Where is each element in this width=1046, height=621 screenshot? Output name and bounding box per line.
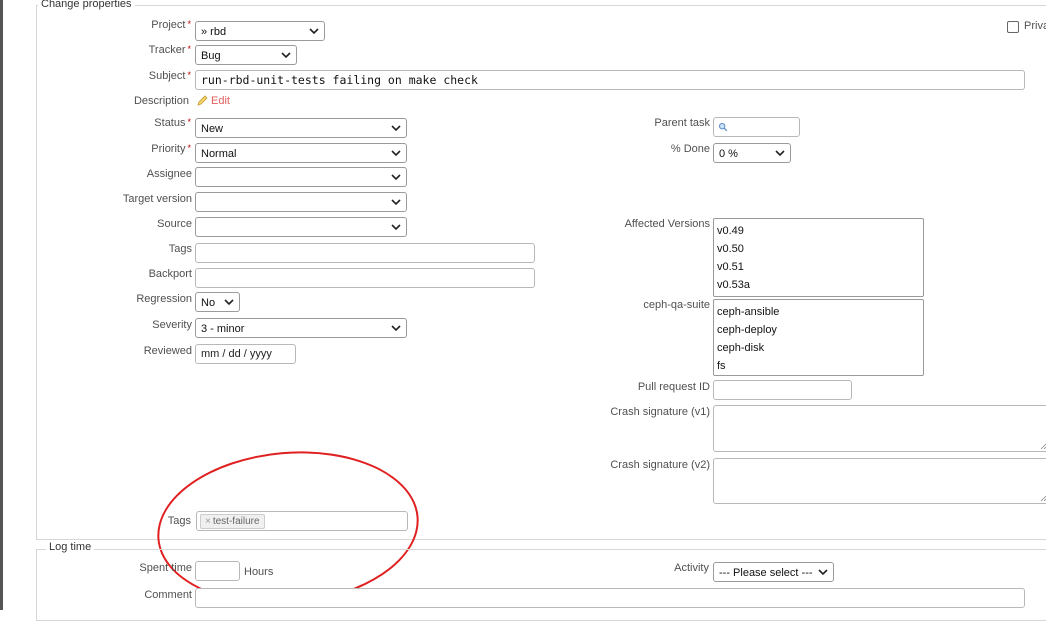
ceph-qa-suite-label: ceph-qa-suite [643, 299, 710, 311]
spent-time-input[interactable] [195, 561, 240, 581]
tags-text-label: Tags [168, 243, 192, 255]
target-version-label: Target version [122, 193, 192, 205]
pencil-icon[interactable] [196, 95, 208, 107]
tracker-label: Tracker * [148, 44, 191, 56]
regression-label: Regression [136, 293, 192, 305]
chevron-down-icon [391, 125, 401, 132]
status-select[interactable]: New [195, 118, 407, 138]
change-properties-legend: Change properties [38, 0, 135, 10]
crash-signature-v1-textarea[interactable] [713, 405, 1046, 452]
description-label: Description [133, 95, 189, 107]
list-option[interactable]: v0.50 [717, 240, 920, 258]
tags-label: Tags [167, 515, 191, 527]
list-option[interactable]: ceph-deploy [717, 321, 920, 339]
comment-label: Comment [144, 589, 192, 601]
source-select[interactable] [195, 217, 407, 237]
pull-request-label: Pull request ID [637, 381, 710, 393]
chevron-down-icon [818, 569, 828, 576]
backport-input[interactable] [195, 268, 535, 288]
project-label: Project * [151, 19, 191, 31]
list-option[interactable]: ceph-ansible [717, 303, 920, 321]
severity-select[interactable]: 3 - minor [195, 318, 407, 338]
remove-tag-icon[interactable]: × [205, 516, 211, 527]
source-label: Source [157, 218, 192, 230]
project-select[interactable]: » rbd [195, 21, 325, 41]
reviewed-label: Reviewed [143, 345, 192, 357]
log-time-legend: Log time [46, 541, 95, 553]
chevron-down-icon [281, 52, 291, 59]
done-select[interactable]: 0 % [713, 143, 791, 163]
severity-label: Severity [152, 319, 192, 331]
tracker-select[interactable]: Bug [195, 45, 297, 65]
pull-request-input[interactable] [713, 380, 852, 400]
chevron-down-icon [391, 150, 401, 157]
resize-grip-icon[interactable] [1039, 494, 1046, 502]
comment-input[interactable] [195, 588, 1025, 608]
chevron-down-icon [224, 299, 234, 306]
private-label: Priva [1024, 20, 1046, 32]
affected-versions-listbox[interactable]: v0.49 v0.50 v0.51 v0.53a [713, 218, 924, 297]
regression-select[interactable]: No [195, 292, 240, 312]
list-option[interactable]: fs [717, 357, 920, 375]
window-left-border [0, 0, 3, 610]
parent-task-label: Parent task [654, 117, 710, 129]
chevron-down-icon [391, 199, 401, 206]
chevron-down-icon [391, 224, 401, 231]
status-label: Status * [154, 117, 191, 129]
spent-time-label: Spent time [139, 562, 192, 574]
reviewed-date-input[interactable]: mm / dd / yyyy [195, 344, 296, 364]
resize-grip-icon[interactable] [1039, 442, 1046, 450]
private-checkbox[interactable] [1007, 21, 1019, 33]
priority-select[interactable]: Normal [195, 143, 407, 163]
chevron-down-icon [309, 28, 319, 35]
description-edit-link[interactable]: Edit [211, 95, 230, 107]
ceph-qa-suite-listbox[interactable]: ceph-ansible ceph-deploy ceph-disk fs [713, 299, 924, 376]
tag-chip[interactable]: × test-failure [200, 514, 265, 529]
affected-versions-label: Affected Versions [624, 218, 710, 230]
hours-unit-label: Hours [244, 566, 274, 578]
activity-label: Activity [674, 562, 709, 574]
tags-text-input[interactable] [195, 243, 535, 263]
tags-input[interactable]: × test-failure [196, 511, 408, 531]
done-label: % Done [670, 143, 710, 155]
chevron-down-icon [391, 174, 401, 181]
list-option[interactable]: v0.51 [717, 258, 920, 276]
crash-signature-v2-textarea[interactable] [713, 458, 1046, 504]
chevron-down-icon [775, 150, 785, 157]
activity-select[interactable]: --- Please select --- [713, 562, 834, 582]
backport-label: Backport [148, 268, 192, 280]
subject-input[interactable]: run-rbd-unit-tests failing on make check [195, 70, 1025, 90]
list-option[interactable]: v0.53a [717, 276, 920, 294]
crash-signature-v1-label: Crash signature (v1) [610, 406, 710, 418]
priority-label: Priority * [151, 143, 191, 155]
log-time-fieldset [36, 549, 1046, 621]
chevron-down-icon [391, 325, 401, 332]
subject-label: Subject * [148, 70, 191, 82]
assignee-label: Assignee [146, 168, 192, 180]
search-icon [718, 122, 728, 132]
assignee-select[interactable] [195, 167, 407, 187]
target-version-select[interactable] [195, 192, 407, 212]
crash-signature-v2-label: Crash signature (v2) [610, 459, 710, 471]
list-option[interactable]: v0.49 [717, 222, 920, 240]
list-option[interactable]: ceph-disk [717, 339, 920, 357]
parent-task-input[interactable] [713, 117, 800, 137]
